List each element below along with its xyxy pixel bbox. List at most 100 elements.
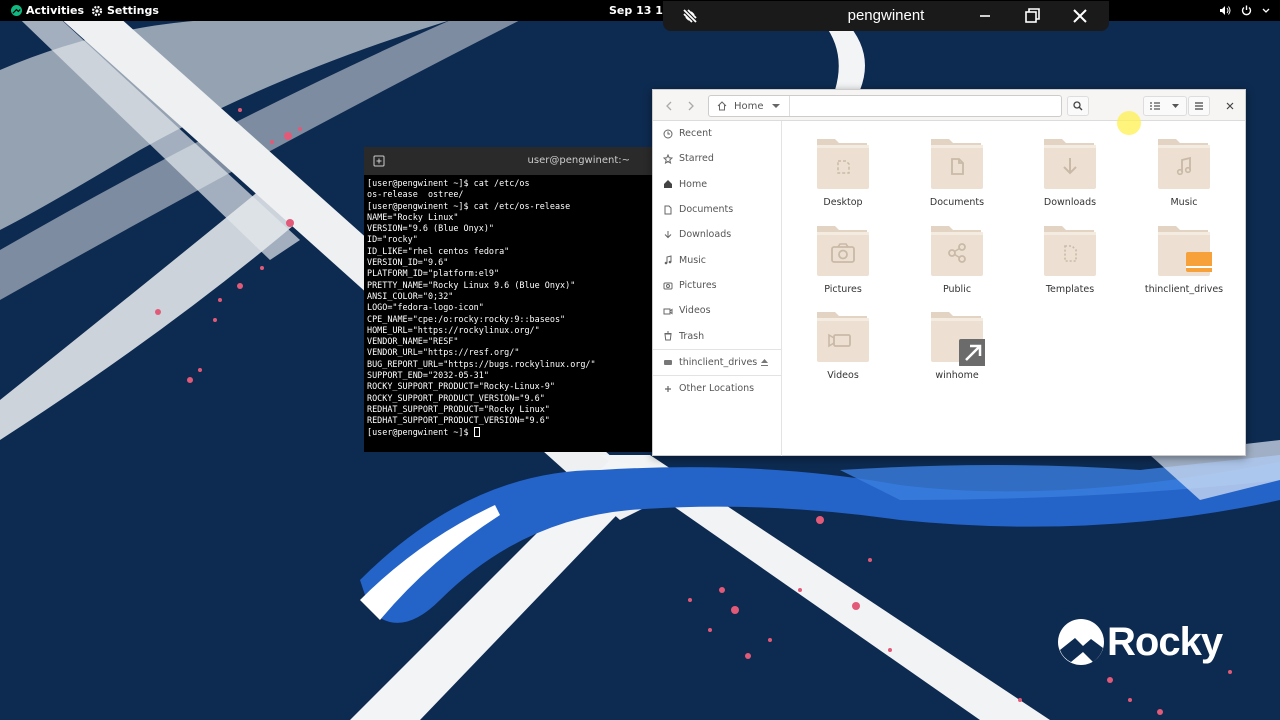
chevron-left-icon [666, 101, 672, 111]
home-icon [663, 179, 673, 189]
link-folder-icon [929, 308, 987, 367]
sidebar-item-label: Downloads [679, 229, 732, 241]
view-toggle-button[interactable] [1143, 96, 1187, 116]
sidebar-item-videos[interactable]: Videos [653, 298, 781, 323]
terminal-line: ID_LIKE="rhel centos fedora" [367, 245, 510, 256]
chevron-down-icon [1172, 104, 1180, 108]
terminal-line: PRETTY_NAME="Rocky Linux 9.6 (Blue Onyx)… [367, 279, 576, 290]
drive-icon [663, 357, 673, 367]
download-icon [663, 230, 673, 240]
home-icon [717, 101, 727, 111]
document-icon [663, 205, 673, 215]
new-tab-icon[interactable] [373, 155, 385, 167]
terminal-line: LOGO="fedora-logo-icon" [367, 302, 484, 313]
sidebar-item-pictures[interactable]: Pictures [653, 273, 781, 298]
activities-button[interactable]: Activities [11, 0, 84, 21]
restore-icon[interactable] [1022, 6, 1042, 26]
chevron-down-icon [1262, 8, 1270, 13]
sidebar-item-label: Videos [679, 305, 711, 317]
music-icon [663, 255, 673, 265]
files-header-bar: Home [653, 90, 1245, 121]
desktop-folder-icon [815, 135, 871, 193]
folder-downloads[interactable]: Downloads [1015, 135, 1125, 208]
list-view-icon [1149, 102, 1160, 110]
sidebar-item-label: Pictures [679, 279, 717, 291]
folder-thinclient-drives[interactable]: thinclient_drives [1129, 222, 1239, 295]
sidebar-item-downloads[interactable]: Downloads [653, 222, 781, 247]
folder-label: Music [1170, 197, 1198, 208]
terminal-line: VERSION_ID="9.6" [367, 257, 449, 268]
sidebar-item-label: Starred [679, 153, 714, 165]
folder-label: Desktop [823, 197, 863, 208]
folder-label: Downloads [1043, 197, 1097, 208]
sidebar-item-other-locations[interactable]: Other Locations [653, 376, 781, 401]
search-button[interactable] [1067, 96, 1089, 116]
camera-folder-icon [815, 222, 871, 280]
star-icon [663, 153, 673, 164]
rocky-logo: Rocky [1057, 618, 1223, 666]
text-cursor [473, 426, 480, 437]
eject-icon[interactable] [760, 358, 769, 370]
files-window[interactable]: Home Recent Starred Home Documents Downloads… [652, 89, 1246, 456]
sidebar-item-recent[interactable]: Recent [653, 121, 781, 146]
close-icon [1226, 102, 1234, 110]
terminal-window[interactable]: user@pengwinent:~ [user@pengwinent ~]$ c… [364, 147, 654, 452]
back-button[interactable] [659, 96, 679, 116]
rocky-logo-text: Rocky [1107, 619, 1223, 664]
folder-label: Documents [929, 197, 985, 208]
sidebar-item-label: Other Locations [679, 383, 755, 395]
music-folder-icon [1156, 135, 1212, 193]
path-bar[interactable]: Home [708, 95, 1062, 117]
sidebar-item-trash[interactable]: Trash [653, 323, 781, 348]
folder-label: Pictures [824, 284, 862, 295]
rocky-icon [11, 5, 22, 16]
folder-winhome[interactable]: winhome [902, 308, 1012, 381]
share-folder-icon [929, 222, 985, 280]
terminal-line: HOME_URL="https://rockylinux.org/" [367, 324, 540, 335]
terminal-line: VENDOR_NAME="RESF" [367, 336, 459, 347]
app-menu-settings[interactable]: Settings [91, 0, 159, 21]
menu-button[interactable] [1188, 96, 1210, 116]
forward-button[interactable] [681, 96, 701, 116]
video-icon [663, 306, 673, 316]
terminal-output[interactable]: [user@pengwinent ~]$ cat /etc/os os-relea… [364, 175, 654, 441]
trash-icon [663, 331, 673, 341]
document-folder-icon [929, 135, 985, 193]
folder-documents[interactable]: Documents [902, 135, 1012, 208]
folder-pictures[interactable]: Pictures [788, 222, 898, 295]
sidebar-item-label: Recent [679, 128, 712, 140]
system-tray[interactable] [1219, 0, 1270, 21]
terminal-line: REDHAT_SUPPORT_PRODUCT="Rocky Linux" [367, 403, 550, 414]
sidebar-item-documents[interactable]: Documents [653, 197, 781, 222]
terminal-line: SUPPORT_END="2032-05-31" [367, 370, 489, 381]
sidebar-item-starred[interactable]: Starred [653, 146, 781, 171]
video-folder-icon [815, 308, 871, 366]
sidebar-item-thinclient-drives[interactable]: thinclient_drives [653, 350, 781, 375]
folder-desktop[interactable]: Desktop [788, 135, 898, 208]
folder-videos[interactable]: Videos [788, 308, 898, 381]
plus-icon [663, 384, 673, 394]
search-icon [1073, 101, 1083, 111]
path-home-button[interactable]: Home [709, 96, 790, 116]
terminal-line: PLATFORM_ID="platform:el9" [367, 268, 500, 279]
folder-music[interactable]: Music [1129, 135, 1239, 208]
terminal-line: [user@pengwinent ~]$ cat /etc/os-release [367, 200, 571, 211]
power-icon [1241, 5, 1252, 16]
sidebar-item-music[interactable]: Music [653, 247, 781, 272]
terminal-line: CPE_NAME="cpe:/o:rocky:rocky:9::baseos" [367, 313, 566, 324]
terminal-header[interactable]: user@pengwinent:~ [364, 147, 654, 175]
hamburger-menu-icon [1195, 102, 1203, 110]
minimize-icon[interactable] [975, 6, 995, 26]
folder-public[interactable]: Public [902, 222, 1012, 295]
folder-templates[interactable]: Templates [1015, 222, 1125, 295]
close-icon[interactable] [1070, 6, 1090, 26]
terminal-line: VERSION="9.6 (Blue Onyx)" [367, 223, 494, 234]
folder-label: Public [942, 284, 972, 295]
sidebar-item-label: Documents [679, 204, 734, 216]
terminal-line: ANSI_COLOR="0;32" [367, 290, 454, 301]
close-window-button[interactable] [1221, 96, 1239, 116]
sidebar-item-home[interactable]: Home [653, 172, 781, 197]
sidebar-item-label: Trash [679, 330, 705, 342]
chevron-down-icon [771, 104, 780, 108]
app-menu-label: Settings [107, 4, 159, 17]
